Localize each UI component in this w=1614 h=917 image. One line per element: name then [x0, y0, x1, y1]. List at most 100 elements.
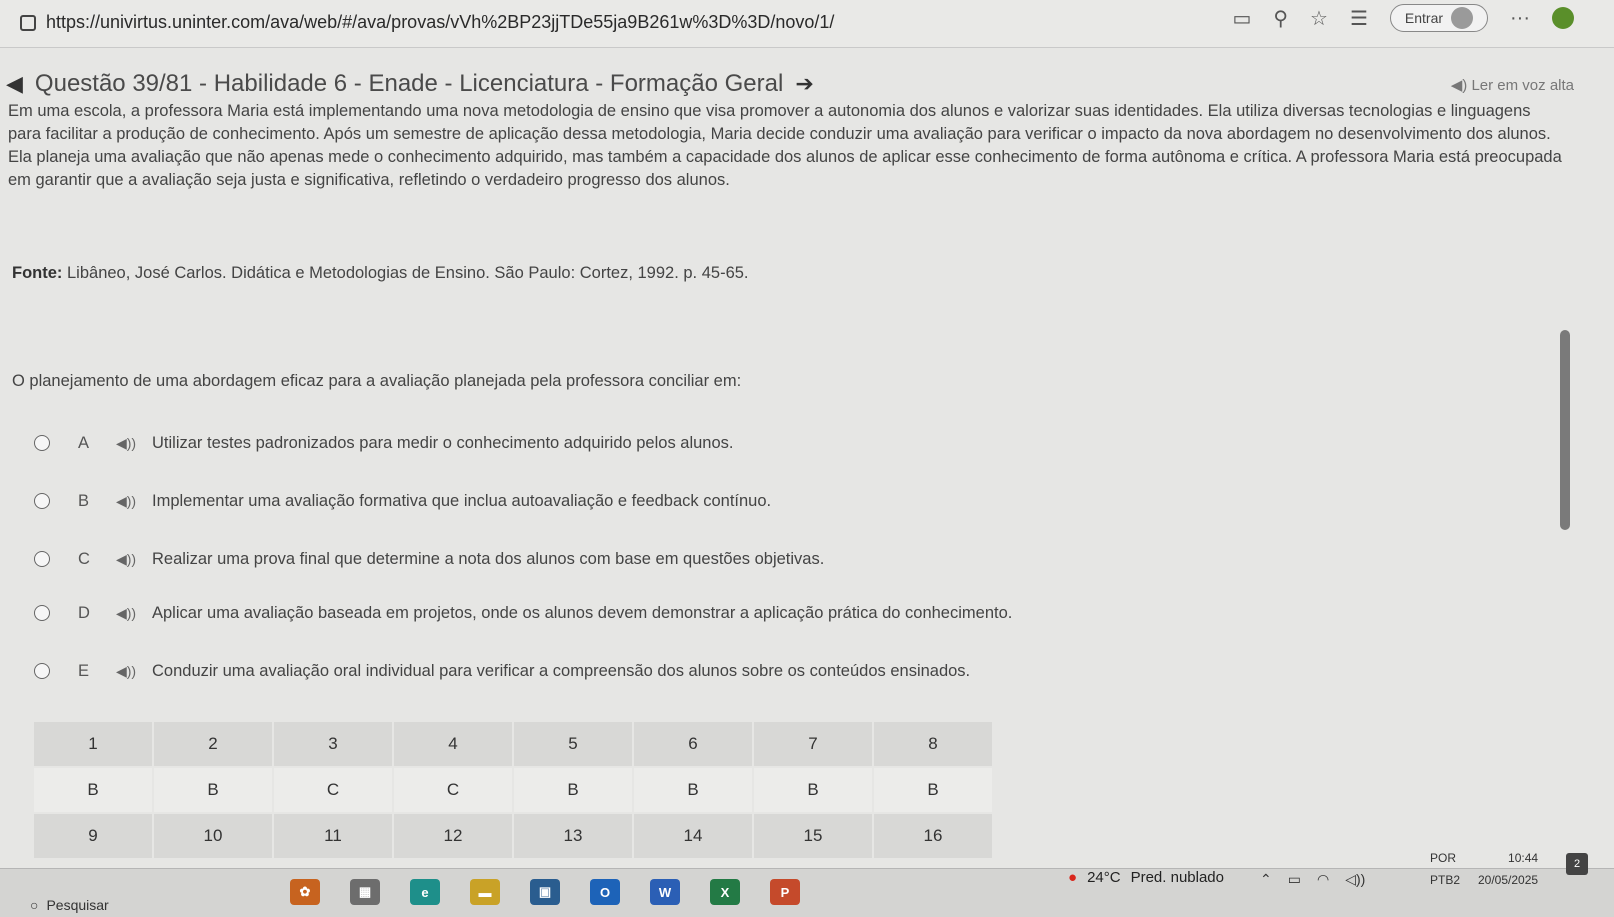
- option-letter: C: [78, 549, 90, 568]
- option-c[interactable]: C ◀)) Realizar uma prova final que deter…: [34, 536, 1134, 582]
- clock-date: 20/05/2025: [1478, 873, 1539, 887]
- key-icon[interactable]: ⚲: [1273, 6, 1288, 31]
- option-b[interactable]: B ◀)) Implementar uma avaliação formativ…: [34, 478, 1134, 524]
- nav-question-16[interactable]: 16: [874, 814, 992, 858]
- radio-c[interactable]: [34, 551, 50, 567]
- temperature: 24°C: [1087, 869, 1121, 886]
- option-e[interactable]: E ◀)) Conduzir uma avaliação oral indivi…: [34, 648, 1134, 694]
- more-menu-button[interactable]: ···: [1510, 7, 1530, 30]
- avatar: [1451, 7, 1474, 29]
- speaker-icon[interactable]: ◀)): [116, 435, 152, 452]
- search-label: Pesquisar: [46, 897, 109, 913]
- clock[interactable]: 10:44 20/05/2025: [1478, 847, 1538, 891]
- language-indicator[interactable]: POR PTB2: [1430, 847, 1460, 891]
- option-a[interactable]: A ◀)) Utilizar testes padronizados para …: [34, 420, 1134, 466]
- nav-question-12[interactable]: 12: [394, 814, 512, 858]
- excel-icon[interactable]: X: [710, 879, 740, 905]
- windows-taskbar: ○ Pesquisar ✿ ▦ e ▬ ▣ O W X P ● 24°C Pre…: [0, 851, 1614, 917]
- source-label: Fonte:: [12, 264, 63, 282]
- nav-question-10[interactable]: 10: [154, 814, 272, 858]
- nav-question-13[interactable]: 13: [514, 814, 632, 858]
- tab-action-icon[interactable]: ▭: [1232, 6, 1251, 31]
- option-letter: A: [78, 433, 90, 452]
- powerpoint-icon[interactable]: P: [770, 879, 800, 905]
- word-icon[interactable]: W: [650, 879, 680, 905]
- radio-b[interactable]: [34, 493, 50, 509]
- nav-question-4[interactable]: 4: [394, 722, 512, 766]
- read-aloud-button[interactable]: ◀) Ler em voz alta: [1451, 76, 1574, 94]
- radio-a[interactable]: [34, 435, 50, 451]
- nav-question-2[interactable]: 2: [154, 722, 272, 766]
- notification-button[interactable]: 2: [1566, 853, 1588, 875]
- speaker-icon[interactable]: ◀)): [116, 493, 152, 510]
- nav-answer-7: B: [754, 768, 872, 812]
- weather-condition: Pred. nublado: [1130, 869, 1224, 886]
- source-citation: Fonte: Libâneo, José Carlos. Didática e …: [12, 264, 749, 283]
- question-title: Questão 39/81 - Habilidade 6 - Enade - L…: [34, 70, 784, 97]
- question-context: Em uma escola, a professora Maria está i…: [8, 102, 1562, 189]
- weather-widget[interactable]: ● 24°C Pred. nublado: [1068, 869, 1224, 886]
- taskbar-search[interactable]: ○ Pesquisar: [30, 897, 109, 913]
- store-icon[interactable]: ▣: [530, 879, 560, 905]
- speaker-icon[interactable]: ◀)): [116, 663, 152, 680]
- nav-answer-3: C: [274, 768, 392, 812]
- nav-question-14[interactable]: 14: [634, 814, 752, 858]
- radio-d[interactable]: [34, 605, 50, 621]
- favorite-star-icon[interactable]: ☆: [1310, 6, 1328, 31]
- volume-icon[interactable]: ◁)): [1345, 871, 1365, 888]
- favorites-list-icon[interactable]: ☰: [1350, 6, 1368, 31]
- question-header: ◀ Questão 39/81 - Habilidade 6 - Enade -…: [6, 70, 814, 98]
- next-arrow-icon[interactable]: ➔: [795, 71, 813, 97]
- question-prompt: O planejamento de uma abordagem eficaz p…: [12, 372, 742, 390]
- edge-browser-icon[interactable]: e: [410, 879, 440, 905]
- copilot-icon[interactable]: [1552, 7, 1574, 29]
- task-view-icon[interactable]: ▦: [350, 879, 380, 905]
- page-scrollbar[interactable]: [1560, 330, 1570, 530]
- source-text: Libâneo, José Carlos. Didática e Metodol…: [67, 264, 749, 282]
- file-explorer-icon[interactable]: ▬: [470, 879, 500, 905]
- lock-icon: [20, 14, 36, 31]
- nav-question-5[interactable]: 5: [514, 722, 632, 766]
- option-text: Implementar uma avaliação formativa que …: [152, 491, 772, 510]
- radio-e[interactable]: [34, 663, 50, 679]
- nav-question-11[interactable]: 11: [274, 814, 392, 858]
- outlook-icon[interactable]: O: [590, 879, 620, 905]
- nav-question-15[interactable]: 15: [754, 814, 872, 858]
- option-letter: B: [78, 491, 90, 510]
- option-text: Aplicar uma avaliação baseada em projeto…: [152, 603, 1013, 622]
- nav-question-3[interactable]: 3: [274, 722, 392, 766]
- nav-question-8[interactable]: 8: [874, 722, 992, 766]
- read-aloud-label: Ler em voz alta: [1471, 77, 1574, 94]
- chevron-up-icon[interactable]: ⌃: [1260, 871, 1272, 888]
- nav-answer-2: B: [154, 768, 272, 812]
- nav-answer-6: B: [634, 768, 752, 812]
- nav-answer-5: B: [514, 768, 632, 812]
- speaker-icon[interactable]: ◀)): [116, 605, 152, 622]
- nav-question-6[interactable]: 6: [634, 722, 752, 766]
- battery-icon[interactable]: ▭: [1288, 871, 1301, 888]
- signin-label: Entrar: [1404, 10, 1444, 26]
- option-d[interactable]: D ◀)) Aplicar uma avaliação baseada em p…: [34, 590, 1134, 636]
- nav-answer-4: C: [394, 768, 512, 812]
- option-text: Realizar uma prova final que determine a…: [152, 549, 825, 568]
- wifi-icon[interactable]: ◠: [1317, 871, 1329, 888]
- flower-widget-icon[interactable]: ✿: [290, 879, 320, 905]
- url-text[interactable]: https://univirtus.uninter.com/ava/web/#/…: [46, 12, 834, 33]
- nav-answer-1: B: [34, 768, 152, 812]
- option-letter: E: [78, 661, 90, 680]
- language-top: POR: [1430, 851, 1457, 865]
- nav-question-7[interactable]: 7: [754, 722, 872, 766]
- back-arrow-icon[interactable]: ◀: [6, 71, 23, 97]
- option-text: Utilizar testes padronizados para medir …: [152, 433, 734, 452]
- address-bar[interactable]: https://univirtus.uninter.com/ava/web/#/…: [20, 12, 834, 33]
- speaker-icon[interactable]: ◀)): [116, 551, 152, 568]
- browser-toolbar: https://univirtus.uninter.com/ava/web/#/…: [0, 0, 1614, 48]
- browser-actions: ▭ ⚲ ☆ ☰ Entrar ···: [1232, 4, 1574, 32]
- nav-question-1[interactable]: 1: [34, 722, 152, 766]
- signin-button[interactable]: Entrar: [1389, 4, 1489, 32]
- system-tray: ⌃ ▭ ◠ ◁)): [1260, 871, 1365, 888]
- nav-question-9[interactable]: 9: [34, 814, 152, 858]
- exam-page: ◀ Questão 39/81 - Habilidade 6 - Enade -…: [0, 50, 1580, 870]
- taskbar-apps: ✿ ▦ e ▬ ▣ O W X P: [290, 879, 800, 905]
- alert-icon: ●: [1068, 869, 1078, 886]
